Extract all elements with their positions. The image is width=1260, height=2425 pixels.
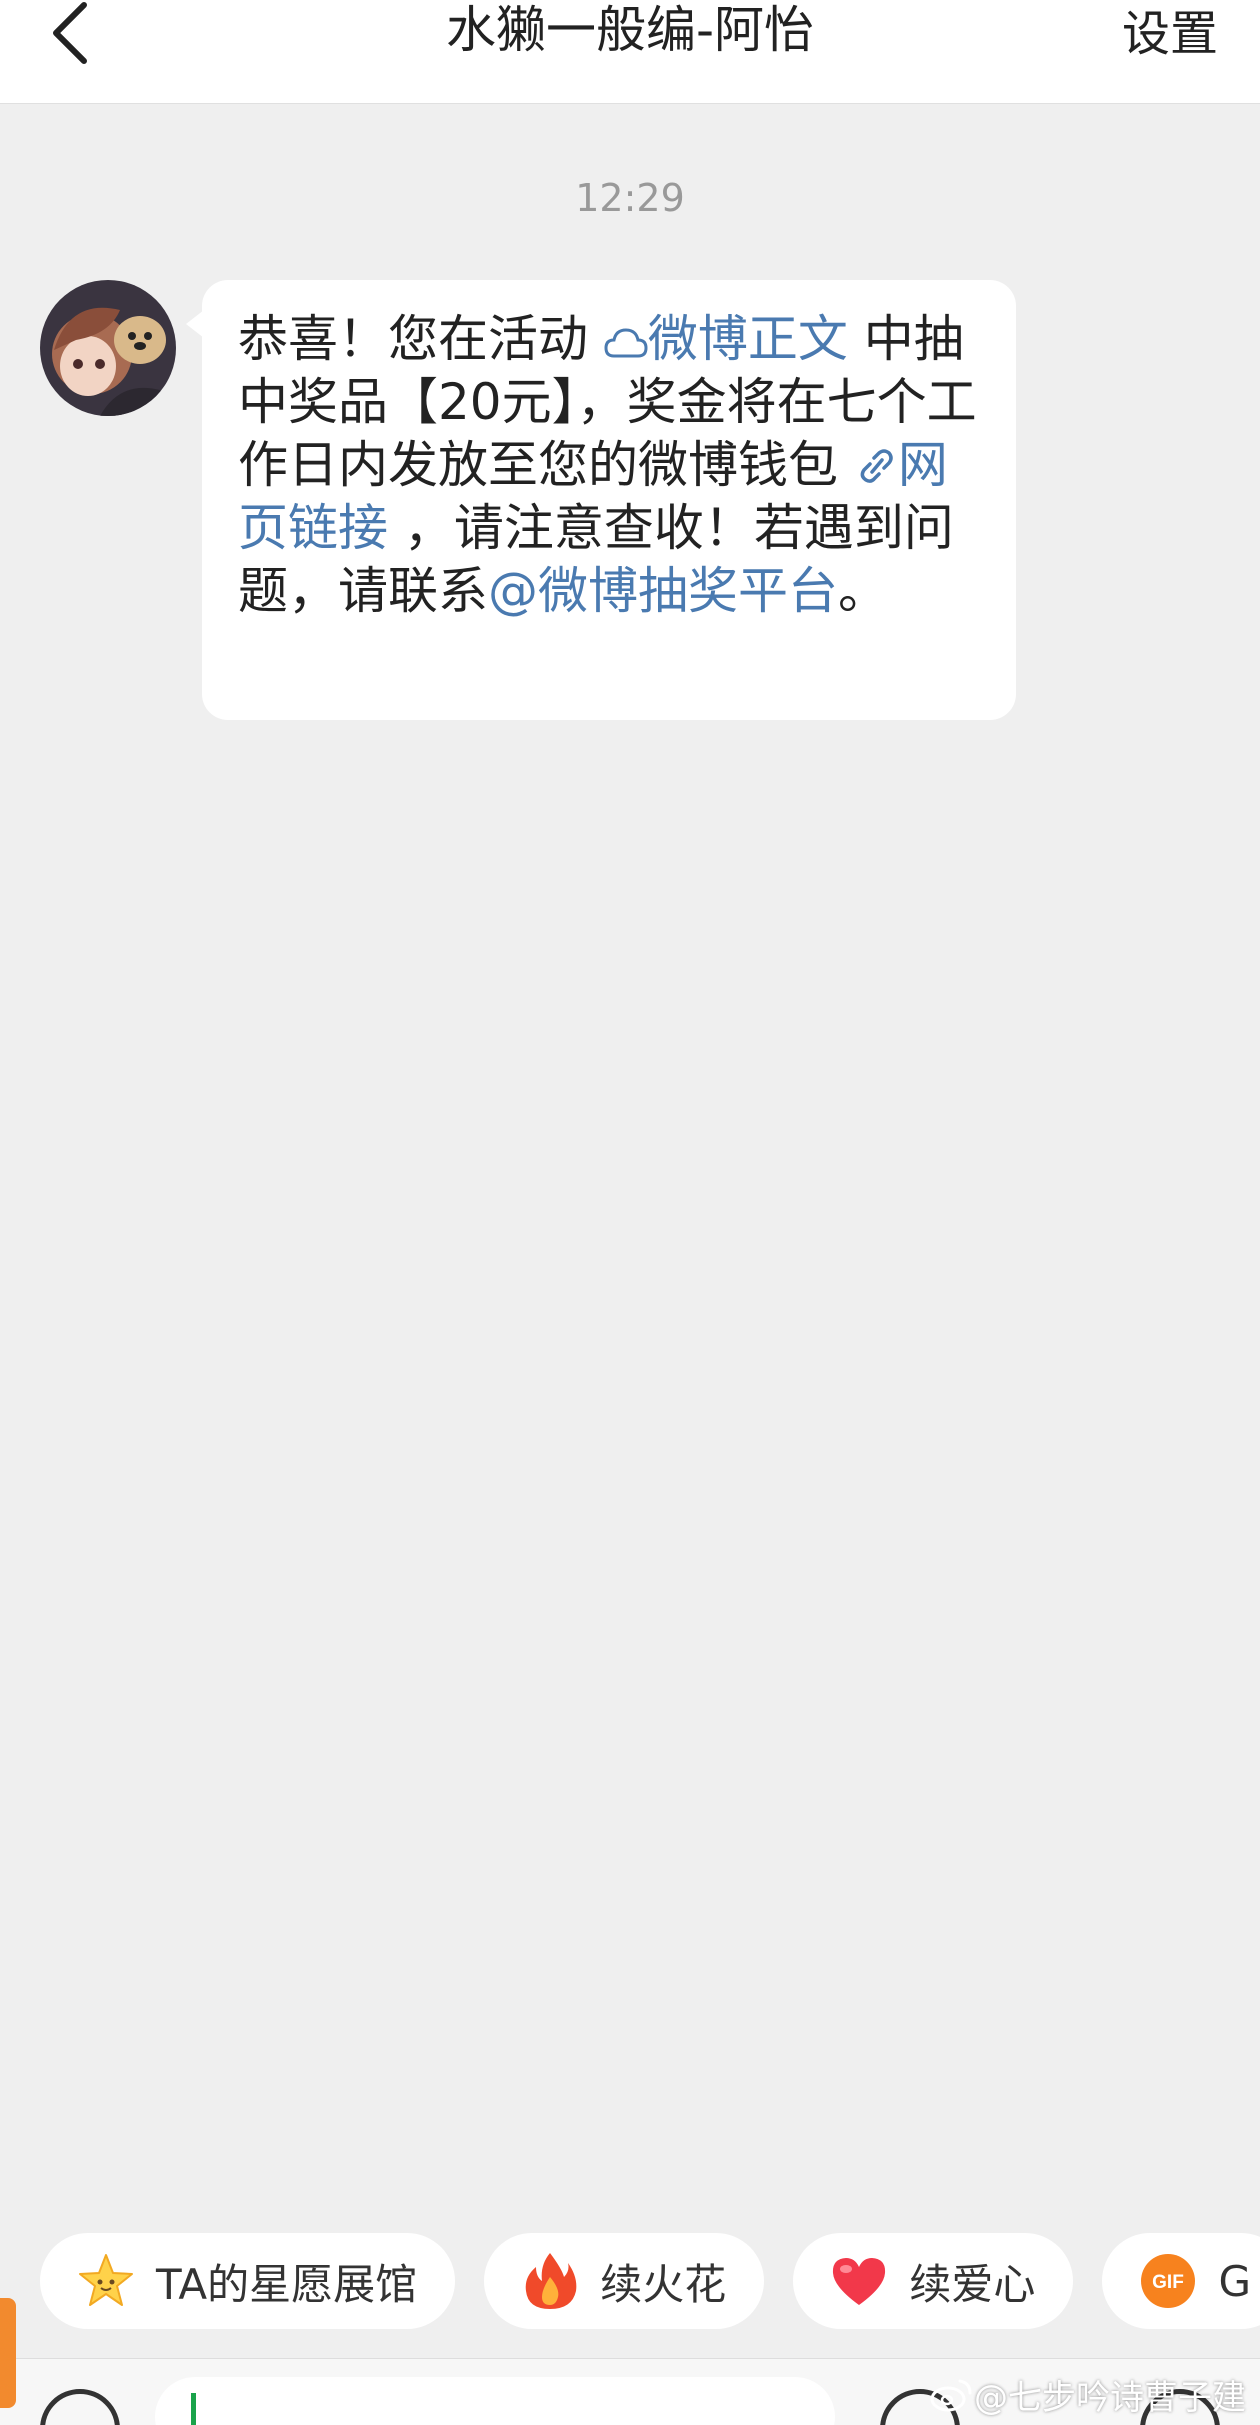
weibo-post-link-label: 微博正文 bbox=[647, 310, 848, 368]
chip-label: G bbox=[1218, 2256, 1251, 2306]
chip-gif[interactable]: GIF G bbox=[1102, 2233, 1260, 2329]
chip-fire-spark[interactable]: 续火花 bbox=[484, 2233, 765, 2329]
chip-love-heart[interactable]: 续爱心 bbox=[793, 2233, 1074, 2329]
chip-label: 续火花 bbox=[600, 2259, 727, 2309]
message-timestamp: 12:29 bbox=[575, 176, 685, 220]
chip-label: 续爱心 bbox=[909, 2259, 1036, 2309]
message-input[interactable] bbox=[155, 2377, 835, 2425]
chat-title: 水獭一般编-阿怡 bbox=[445, 1, 815, 59]
weibo-post-link[interactable]: 微博正文 bbox=[604, 310, 848, 368]
settings-button[interactable]: 设置 bbox=[1122, 4, 1218, 64]
text-cursor bbox=[191, 2393, 196, 2425]
heart-icon bbox=[829, 2251, 889, 2311]
svg-text:GIF: GIF bbox=[1153, 2272, 1185, 2293]
gif-icon: GIF bbox=[1138, 2251, 1198, 2311]
watermark-text: @七步吟诗曹子建 bbox=[974, 2378, 1246, 2418]
message-bubble: 恭喜！您在活动 微博正文 中抽中奖品【20元】，奖金将在七个工作日内发放至您的微… bbox=[186, 280, 1016, 720]
bubble-tail bbox=[186, 310, 204, 338]
message-text: 。 bbox=[838, 562, 888, 620]
message-text: 恭喜！您在活动 bbox=[238, 310, 604, 368]
fire-icon bbox=[520, 2251, 580, 2311]
quick-action-chips: TA的星愿展馆 续火花 续爱心 GIF G bbox=[40, 2233, 1260, 2329]
mention-link[interactable]: @微博抽奖平台 bbox=[488, 562, 838, 620]
avatar[interactable] bbox=[40, 280, 176, 416]
voice-icon[interactable] bbox=[40, 2389, 120, 2425]
watermark: @七步吟诗曹子建 bbox=[930, 2370, 1246, 2419]
chip-label: TA的星愿展馆 bbox=[156, 2259, 418, 2309]
chip-star-gallery[interactable]: TA的星愿展馆 bbox=[40, 2233, 456, 2329]
link-icon bbox=[860, 449, 893, 483]
top-nav-bar: 水獭一般编-阿怡 设置 bbox=[0, 0, 1260, 104]
cloud-icon bbox=[604, 328, 648, 358]
star-icon bbox=[76, 2251, 136, 2311]
weibo-logo-icon bbox=[930, 2379, 972, 2411]
side-drag-handle[interactable] bbox=[0, 2298, 16, 2408]
